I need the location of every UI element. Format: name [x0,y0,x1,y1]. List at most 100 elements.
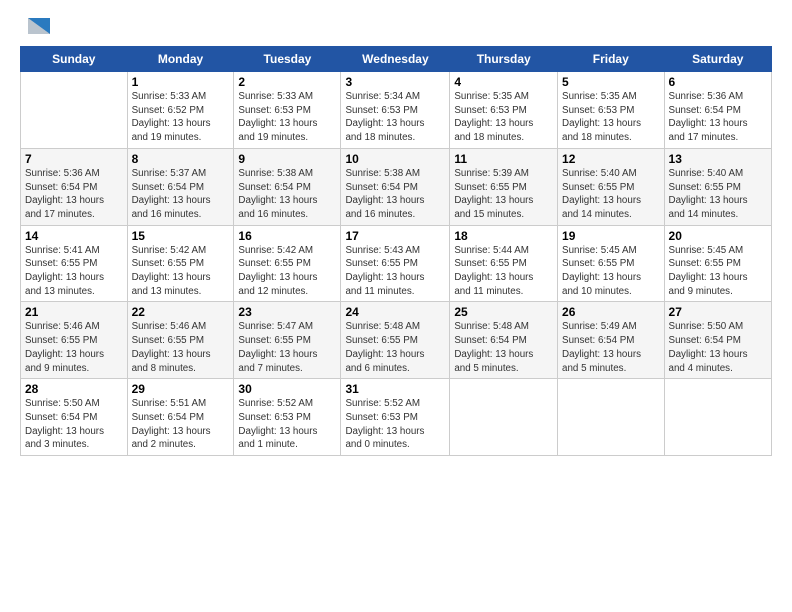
calendar-cell: 16Sunrise: 5:42 AM Sunset: 6:55 PM Dayli… [234,225,341,302]
calendar-cell: 27Sunrise: 5:50 AM Sunset: 6:54 PM Dayli… [664,302,771,379]
day-number: 10 [345,152,445,166]
day-info: Sunrise: 5:48 AM Sunset: 6:55 PM Dayligh… [345,320,445,375]
calendar: SundayMondayTuesdayWednesdayThursdayFrid… [20,46,772,456]
day-info: Sunrise: 5:33 AM Sunset: 6:52 PM Dayligh… [132,90,230,145]
day-number: 23 [238,305,336,319]
day-number: 26 [562,305,660,319]
logo-icon [22,14,54,42]
day-info: Sunrise: 5:52 AM Sunset: 6:53 PM Dayligh… [345,397,445,452]
calendar-cell: 23Sunrise: 5:47 AM Sunset: 6:55 PM Dayli… [234,302,341,379]
weekday-header: Friday [558,47,665,72]
day-number: 1 [132,75,230,89]
weekday-header: Sunday [21,47,128,72]
day-info: Sunrise: 5:46 AM Sunset: 6:55 PM Dayligh… [132,320,230,375]
day-info: Sunrise: 5:48 AM Sunset: 6:54 PM Dayligh… [454,320,553,375]
day-info: Sunrise: 5:45 AM Sunset: 6:55 PM Dayligh… [669,244,767,299]
day-info: Sunrise: 5:47 AM Sunset: 6:55 PM Dayligh… [238,320,336,375]
day-number: 9 [238,152,336,166]
day-info: Sunrise: 5:49 AM Sunset: 6:54 PM Dayligh… [562,320,660,375]
calendar-cell [664,379,771,456]
day-number: 28 [25,382,123,396]
day-number: 16 [238,229,336,243]
day-info: Sunrise: 5:41 AM Sunset: 6:55 PM Dayligh… [25,244,123,299]
day-number: 17 [345,229,445,243]
day-number: 27 [669,305,767,319]
day-info: Sunrise: 5:42 AM Sunset: 6:55 PM Dayligh… [132,244,230,299]
day-info: Sunrise: 5:38 AM Sunset: 6:54 PM Dayligh… [345,167,445,222]
calendar-cell [21,72,128,149]
day-number: 13 [669,152,767,166]
day-info: Sunrise: 5:39 AM Sunset: 6:55 PM Dayligh… [454,167,553,222]
calendar-week-row: 14Sunrise: 5:41 AM Sunset: 6:55 PM Dayli… [21,225,772,302]
calendar-cell: 22Sunrise: 5:46 AM Sunset: 6:55 PM Dayli… [127,302,234,379]
day-info: Sunrise: 5:38 AM Sunset: 6:54 PM Dayligh… [238,167,336,222]
day-info: Sunrise: 5:52 AM Sunset: 6:53 PM Dayligh… [238,397,336,452]
calendar-week-row: 7Sunrise: 5:36 AM Sunset: 6:54 PM Daylig… [21,148,772,225]
day-info: Sunrise: 5:50 AM Sunset: 6:54 PM Dayligh… [669,320,767,375]
day-info: Sunrise: 5:43 AM Sunset: 6:55 PM Dayligh… [345,244,445,299]
calendar-cell: 24Sunrise: 5:48 AM Sunset: 6:55 PM Dayli… [341,302,450,379]
calendar-cell: 17Sunrise: 5:43 AM Sunset: 6:55 PM Dayli… [341,225,450,302]
day-info: Sunrise: 5:34 AM Sunset: 6:53 PM Dayligh… [345,90,445,145]
day-info: Sunrise: 5:45 AM Sunset: 6:55 PM Dayligh… [562,244,660,299]
calendar-header-row: SundayMondayTuesdayWednesdayThursdayFrid… [21,47,772,72]
day-info: Sunrise: 5:36 AM Sunset: 6:54 PM Dayligh… [669,90,767,145]
day-info: Sunrise: 5:44 AM Sunset: 6:55 PM Dayligh… [454,244,553,299]
calendar-body: 1Sunrise: 5:33 AM Sunset: 6:52 PM Daylig… [21,72,772,456]
day-info: Sunrise: 5:35 AM Sunset: 6:53 PM Dayligh… [562,90,660,145]
day-info: Sunrise: 5:40 AM Sunset: 6:55 PM Dayligh… [562,167,660,222]
day-number: 11 [454,152,553,166]
calendar-cell: 3Sunrise: 5:34 AM Sunset: 6:53 PM Daylig… [341,72,450,149]
calendar-cell: 13Sunrise: 5:40 AM Sunset: 6:55 PM Dayli… [664,148,771,225]
weekday-header: Saturday [664,47,771,72]
calendar-cell: 29Sunrise: 5:51 AM Sunset: 6:54 PM Dayli… [127,379,234,456]
day-number: 22 [132,305,230,319]
day-number: 4 [454,75,553,89]
calendar-cell: 25Sunrise: 5:48 AM Sunset: 6:54 PM Dayli… [450,302,558,379]
day-number: 15 [132,229,230,243]
calendar-week-row: 21Sunrise: 5:46 AM Sunset: 6:55 PM Dayli… [21,302,772,379]
day-number: 7 [25,152,123,166]
day-info: Sunrise: 5:40 AM Sunset: 6:55 PM Dayligh… [669,167,767,222]
day-info: Sunrise: 5:36 AM Sunset: 6:54 PM Dayligh… [25,167,123,222]
calendar-cell: 28Sunrise: 5:50 AM Sunset: 6:54 PM Dayli… [21,379,128,456]
calendar-cell: 15Sunrise: 5:42 AM Sunset: 6:55 PM Dayli… [127,225,234,302]
calendar-cell: 18Sunrise: 5:44 AM Sunset: 6:55 PM Dayli… [450,225,558,302]
day-info: Sunrise: 5:35 AM Sunset: 6:53 PM Dayligh… [454,90,553,145]
calendar-cell [558,379,665,456]
weekday-header: Thursday [450,47,558,72]
day-number: 12 [562,152,660,166]
day-number: 30 [238,382,336,396]
day-number: 18 [454,229,553,243]
day-info: Sunrise: 5:42 AM Sunset: 6:55 PM Dayligh… [238,244,336,299]
day-info: Sunrise: 5:46 AM Sunset: 6:55 PM Dayligh… [25,320,123,375]
calendar-cell: 14Sunrise: 5:41 AM Sunset: 6:55 PM Dayli… [21,225,128,302]
day-number: 19 [562,229,660,243]
calendar-cell: 26Sunrise: 5:49 AM Sunset: 6:54 PM Dayli… [558,302,665,379]
calendar-cell: 7Sunrise: 5:36 AM Sunset: 6:54 PM Daylig… [21,148,128,225]
day-number: 5 [562,75,660,89]
calendar-cell: 31Sunrise: 5:52 AM Sunset: 6:53 PM Dayli… [341,379,450,456]
calendar-cell: 4Sunrise: 5:35 AM Sunset: 6:53 PM Daylig… [450,72,558,149]
calendar-cell: 12Sunrise: 5:40 AM Sunset: 6:55 PM Dayli… [558,148,665,225]
calendar-cell: 8Sunrise: 5:37 AM Sunset: 6:54 PM Daylig… [127,148,234,225]
day-info: Sunrise: 5:37 AM Sunset: 6:54 PM Dayligh… [132,167,230,222]
calendar-cell: 21Sunrise: 5:46 AM Sunset: 6:55 PM Dayli… [21,302,128,379]
calendar-cell: 10Sunrise: 5:38 AM Sunset: 6:54 PM Dayli… [341,148,450,225]
day-number: 20 [669,229,767,243]
day-number: 8 [132,152,230,166]
day-number: 2 [238,75,336,89]
header [20,18,772,36]
day-number: 21 [25,305,123,319]
day-number: 3 [345,75,445,89]
calendar-cell: 30Sunrise: 5:52 AM Sunset: 6:53 PM Dayli… [234,379,341,456]
day-number: 31 [345,382,445,396]
day-info: Sunrise: 5:33 AM Sunset: 6:53 PM Dayligh… [238,90,336,145]
day-number: 29 [132,382,230,396]
day-info: Sunrise: 5:51 AM Sunset: 6:54 PM Dayligh… [132,397,230,452]
calendar-cell [450,379,558,456]
day-number: 6 [669,75,767,89]
weekday-header: Wednesday [341,47,450,72]
weekday-header: Monday [127,47,234,72]
calendar-cell: 9Sunrise: 5:38 AM Sunset: 6:54 PM Daylig… [234,148,341,225]
